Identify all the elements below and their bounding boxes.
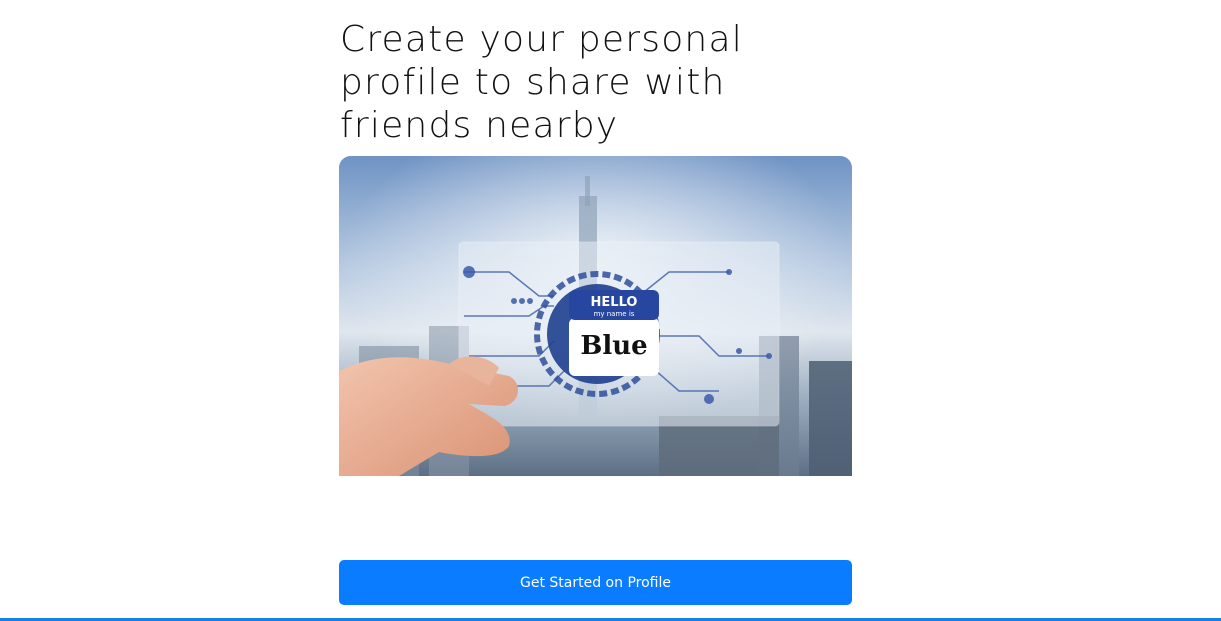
page: Create your personal profile to share wi… [0,0,1221,621]
badge-title: HELLO [591,295,638,310]
badge-name: Blue [580,331,647,361]
page-title: Create your personal profile to share wi… [340,19,743,146]
get-started-button[interactable]: Get Started on Profile [339,560,852,605]
badge-subtitle: my name is [594,310,635,318]
main-content: Create your personal profile to share wi… [339,0,852,605]
hero-image: HELLO my name is Blue [339,156,852,476]
